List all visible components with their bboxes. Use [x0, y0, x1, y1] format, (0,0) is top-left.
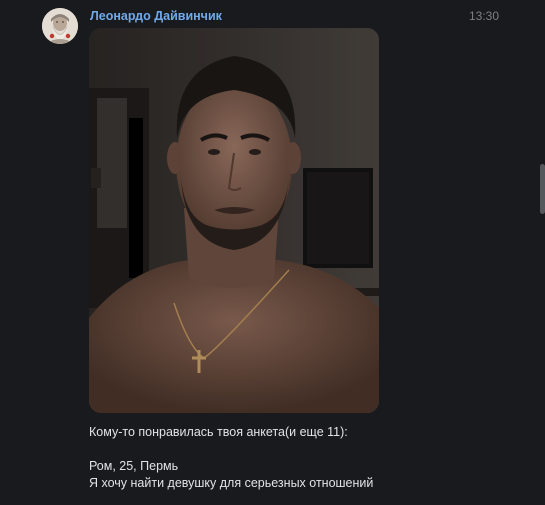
message-line: Кому-то понравилась твоя анкета(и еще 11… [89, 425, 348, 439]
sender-avatar[interactable] [42, 8, 78, 44]
message-line: Я хочу найти девушку для серьезных отнош… [89, 476, 374, 490]
line-spacer [89, 441, 509, 458]
sender-name[interactable]: Леонардо Дайвинчик [90, 9, 222, 23]
message-text: Кому-то понравилась твоя анкета(и еще 11… [89, 424, 509, 492]
chat-message: Леонардо Дайвинчик 13:30 Кому-то понрави… [0, 0, 545, 505]
message-time: 13:30 [468, 9, 499, 23]
message-line: Ром, 25, Пермь [89, 459, 179, 473]
profile-photo-shirtless-man-icon [89, 28, 379, 413]
scrollbar-thumb[interactable] [540, 164, 545, 214]
bearded-man-portrait-icon [42, 8, 78, 44]
profile-photo[interactable] [89, 28, 379, 413]
